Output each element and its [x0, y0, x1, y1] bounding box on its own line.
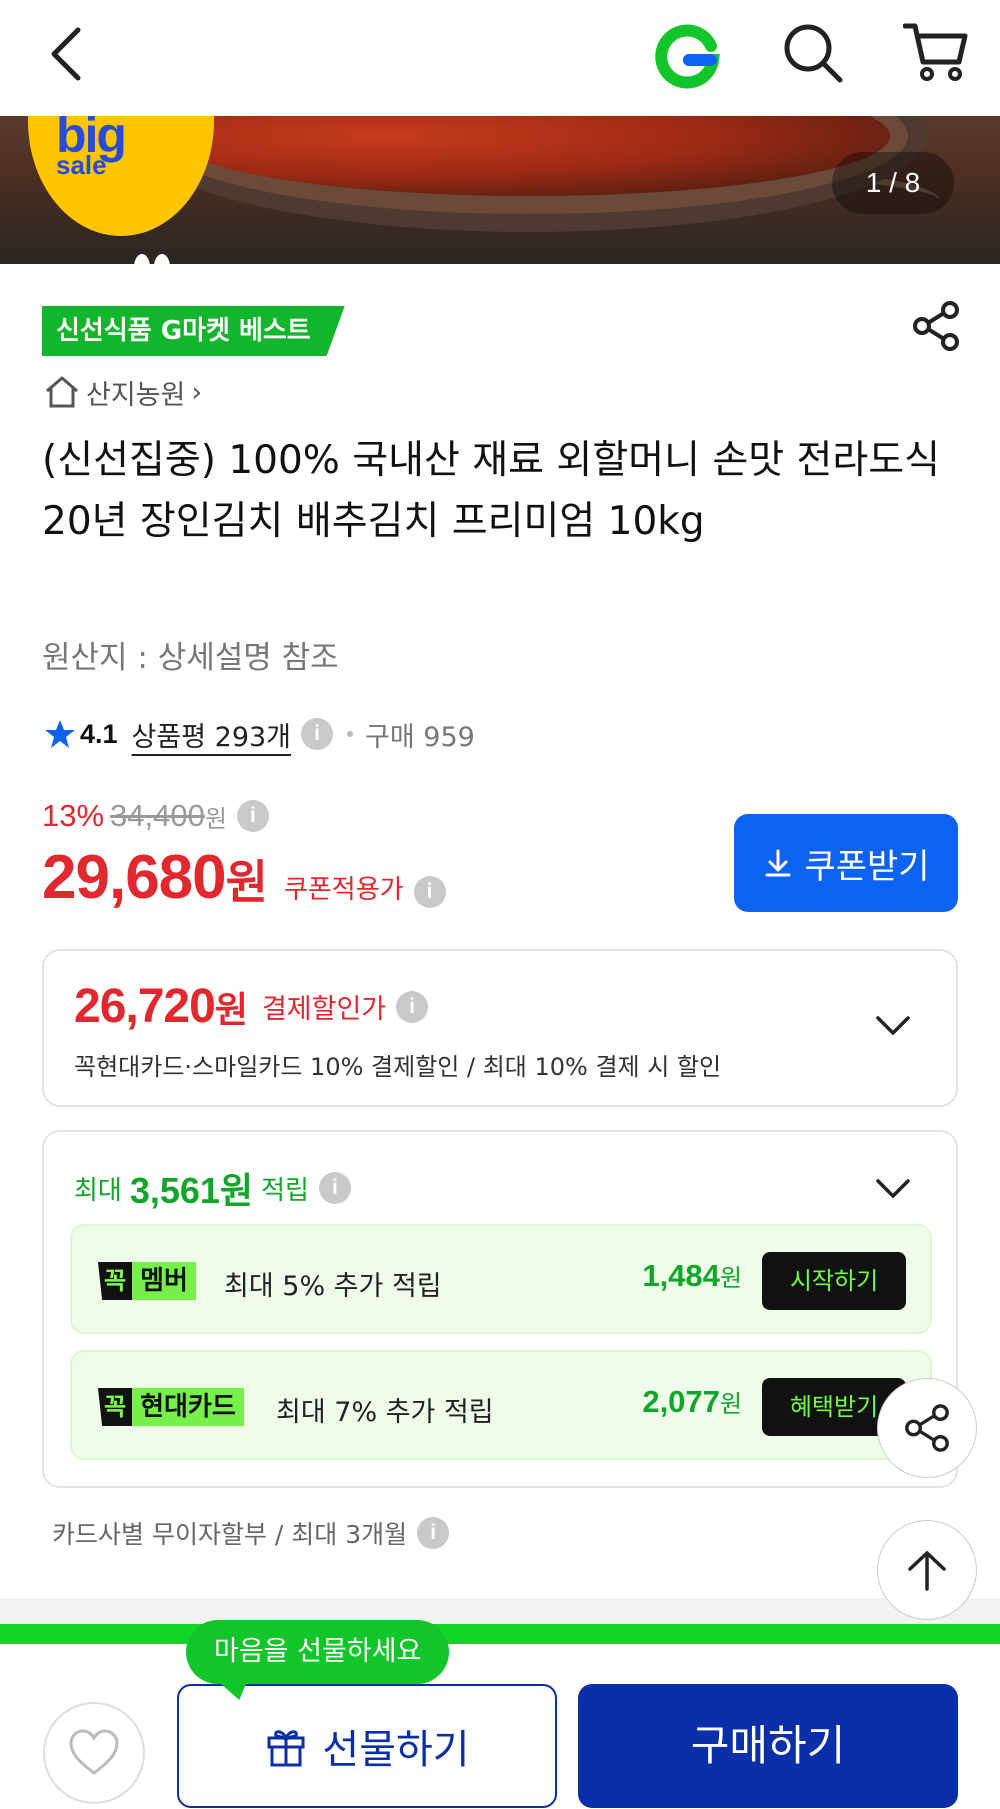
download-icon: [765, 849, 791, 877]
top-app-bar: [0, 0, 1000, 116]
get-coupon-button[interactable]: 쿠폰받기: [734, 814, 958, 912]
wishlist-button[interactable]: [43, 1702, 145, 1804]
arrow-up-icon: [908, 1551, 946, 1591]
reward-text: 최대 7% 추가 적립: [276, 1397, 494, 1428]
rating-row: 4.1 상품평 293개 i 구매 959: [44, 712, 475, 756]
store-chevron-icon: ›: [191, 376, 203, 408]
scroll-to-top-button[interactable]: [877, 1520, 977, 1620]
separator-dot: [347, 731, 354, 737]
rating-score: 4.1: [80, 718, 118, 749]
gmarket-logo-icon[interactable]: [653, 20, 723, 90]
coupon-price-label: 쿠폰적용가: [283, 875, 404, 905]
price-block: 13% 34,400 원 i 29,680 원 쿠폰적용가 i: [42, 796, 502, 913]
reward-points-unit: 원: [719, 1390, 742, 1418]
reward-points-value: 2,077: [642, 1384, 720, 1419]
chevron-down-icon[interactable]: [874, 1170, 912, 1208]
original-price-unit: 원: [204, 804, 227, 833]
section-divider: [0, 1598, 1000, 1624]
gift-tooltip: 마음을 선물하세요: [186, 1620, 450, 1684]
badge-sale-text: sale: [56, 150, 107, 180]
share-icon[interactable]: [910, 300, 962, 352]
info-icon[interactable]: i: [318, 1172, 351, 1204]
reward-text: 최대 5% 추가 적립: [224, 1271, 442, 1302]
gift-button[interactable]: 선물하기: [177, 1684, 557, 1808]
buy-button[interactable]: 구매하기: [578, 1684, 958, 1808]
reward-row-member: 꼭 멤버 최대 5% 추가 적립 1,484원 시작하기: [70, 1224, 932, 1334]
heart-icon: [69, 1729, 119, 1775]
installment-info: 카드사별 무이자할부 / 최대 3개월 i: [52, 1515, 450, 1551]
rewards-suffix: 적립: [261, 1175, 309, 1206]
rewards-header[interactable]: 최대 3,561원 적립 i: [74, 1162, 351, 1214]
bottom-action-bar: 선물하기 구매하기: [0, 1624, 1000, 1809]
hyundai-card-tag-label: 현대카드: [132, 1388, 244, 1426]
original-price: 34,400: [110, 798, 205, 833]
product-origin: 원산지 : 상세설명 참조: [42, 640, 339, 676]
info-icon[interactable]: i: [413, 876, 446, 908]
card-discount-label: 결제할인가: [261, 994, 387, 1025]
review-count-link[interactable]: 상품평 293개: [132, 715, 291, 754]
info-icon[interactable]: i: [301, 718, 334, 750]
info-icon[interactable]: i: [396, 990, 429, 1023]
reward-points-value: 1,484: [642, 1258, 720, 1293]
rewards-prefix: 최대: [74, 1175, 122, 1206]
store-link[interactable]: 산지농원 ›: [44, 372, 202, 412]
start-button[interactable]: 시작하기: [762, 1252, 906, 1310]
card-discount-description: 꼭현대카드·스마일카드 10% 결제할인 / 최대 10% 결제 시 할인: [74, 1053, 722, 1081]
star-icon: [45, 720, 75, 748]
product-title: (신선집중) 100% 국내산 재료 외할머니 손맛 전라도식 20년 장인김치…: [42, 438, 941, 544]
kkok-tag-icon: 꼭: [98, 1388, 133, 1426]
gift-button-label: 선물하기: [322, 1727, 470, 1773]
card-discount-unit: 원: [214, 989, 248, 1031]
member-tag: 꼭 멤버: [98, 1262, 196, 1300]
home-icon: [46, 376, 78, 408]
hyundai-card-tag: 꼭 현대카드: [98, 1388, 244, 1426]
reward-points: 2,077원: [572, 1384, 742, 1420]
search-icon[interactable]: [780, 20, 846, 86]
best-seller-tag: 신선식품 G마켓 베스트: [42, 306, 345, 356]
info-icon[interactable]: i: [417, 1517, 450, 1549]
discount-percent: 13%: [42, 798, 105, 833]
final-price: 29,680: [42, 843, 227, 912]
product-image-carousel[interactable]: big sale 1 / 8: [0, 116, 1000, 264]
share-icon: [905, 1404, 949, 1452]
reward-row-hyundai-card: 꼭 현대카드 최대 7% 추가 적립 2,077원 혜택받기: [70, 1350, 932, 1460]
purchase-count: 구매 959: [365, 721, 475, 753]
chevron-down-icon[interactable]: [874, 1007, 912, 1045]
info-icon[interactable]: i: [236, 800, 269, 832]
installment-text: 카드사별 무이자할부 / 최대 3개월: [52, 1520, 408, 1549]
store-name: 산지농원: [86, 379, 186, 411]
reward-points: 1,484원: [572, 1258, 742, 1294]
rewards-amount: 3,561원: [129, 1170, 254, 1211]
image-counter: 1 / 8: [832, 152, 954, 214]
final-price-unit: 원: [225, 855, 268, 909]
gift-icon: [267, 1730, 305, 1767]
reward-points-unit: 원: [719, 1264, 742, 1292]
cart-icon[interactable]: [903, 18, 969, 84]
member-tag-label: 멤버: [132, 1262, 196, 1300]
get-coupon-label: 쿠폰받기: [804, 846, 930, 887]
chevron-left-icon[interactable]: [40, 24, 100, 84]
card-discount-panel[interactable]: 26,720 원 결제할인가 i 꼭현대카드·스마일카드 10% 결제할인 / …: [42, 949, 958, 1107]
card-discount-amount: 26,720: [74, 980, 216, 1033]
floating-share-button[interactable]: [877, 1378, 977, 1478]
rewards-panel: 최대 3,561원 적립 i 꼭 멤버 최대 5% 추가 적립 1,484원 시…: [42, 1130, 958, 1488]
kkok-tag-icon: 꼭: [98, 1262, 133, 1300]
